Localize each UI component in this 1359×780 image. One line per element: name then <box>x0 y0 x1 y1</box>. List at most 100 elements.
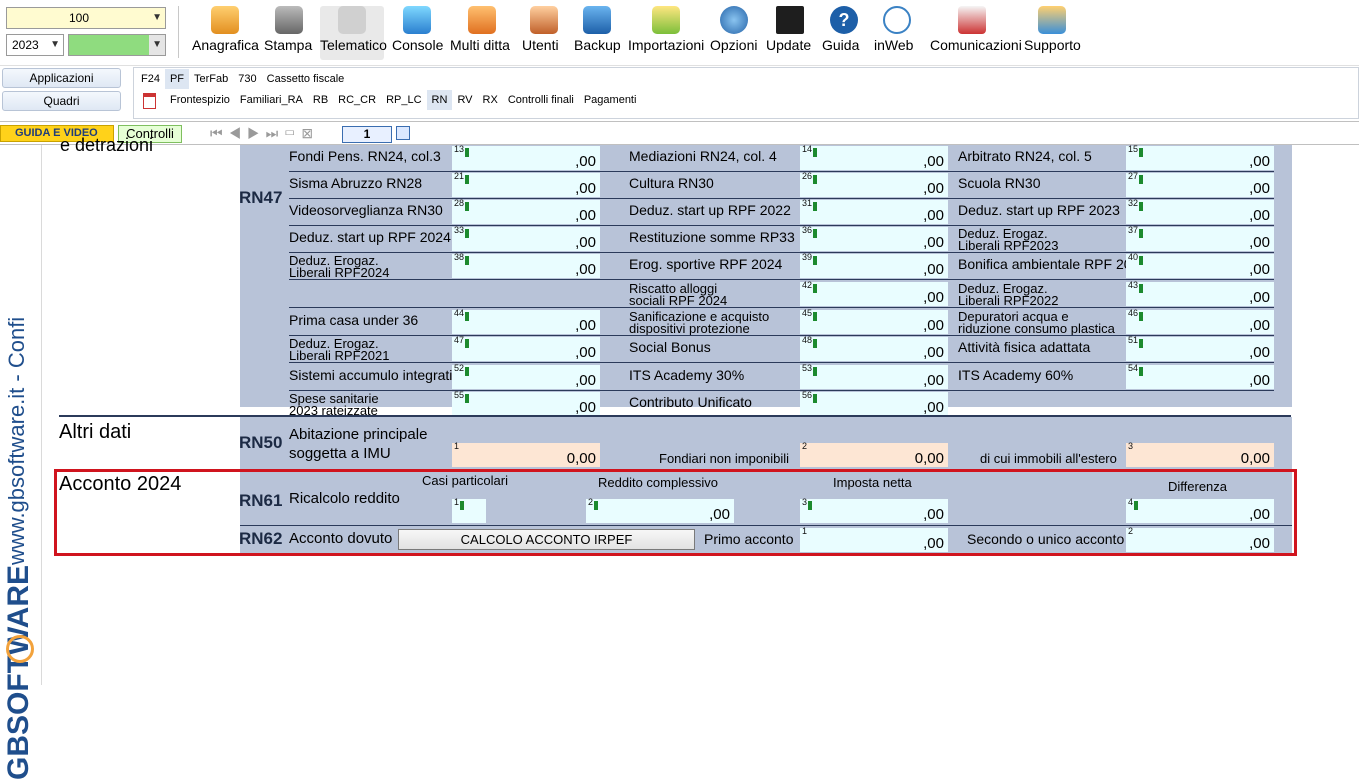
quadro-rv[interactable]: RV <box>452 90 477 110</box>
telematico-button[interactable]: Telematico <box>320 6 387 60</box>
company-select[interactable]: ▼ <box>68 34 166 56</box>
quadro-rn[interactable]: RN <box>426 90 453 110</box>
rn47-field-15[interactable]: 15,00 <box>1126 144 1274 170</box>
quadro-rc[interactable]: RC_CR <box>333 90 381 110</box>
rn47-field-55[interactable]: 55,00 <box>452 390 600 416</box>
rn47-field-54[interactable]: 54,00 <box>1126 363 1274 389</box>
pdf-icon[interactable] <box>143 93 156 109</box>
document-icon <box>338 6 366 34</box>
utenti-button[interactable]: Utenti <box>522 6 566 60</box>
chevron-down-icon: ▼ <box>152 12 162 23</box>
rn47-field-26[interactable]: 26,00 <box>800 171 948 197</box>
altri-dati-title: Altri dati <box>59 421 132 443</box>
rn47-field-43[interactable]: 43,00 <box>1126 280 1274 306</box>
rn47-field-13[interactable]: 13,00 <box>452 144 600 170</box>
comunicazioni-button[interactable]: Comunicazioni <box>930 6 1022 60</box>
rn47-field-45[interactable]: 45,00 <box>800 308 948 334</box>
rn47-field-52[interactable]: 52,00 <box>452 363 600 389</box>
quadro-rp[interactable]: RP_LC <box>381 90 426 110</box>
quadro-controlli-finali[interactable]: Controlli finali <box>503 90 579 110</box>
page-nav-icons[interactable]: ⏮◀▶⏭▭⊠ <box>210 125 319 142</box>
rn47-field-14[interactable]: 14,00 <box>800 144 948 170</box>
rn47-field-47[interactable]: 47,00 <box>452 335 600 361</box>
rn47-field-56[interactable]: 56,00 <box>800 390 948 416</box>
row-divider <box>289 335 1274 336</box>
guida-button[interactable]: ? Guida <box>822 6 866 60</box>
rn47-field-21[interactable]: 21,00 <box>452 171 600 197</box>
row-divider <box>289 279 1274 280</box>
opzioni-button[interactable]: Opzioni <box>710 6 758 60</box>
rn47-label: Deduz. Erogaz. Liberali RPF2022 <box>958 281 1059 308</box>
zoom-select[interactable]: 100 ▼ <box>6 7 166 29</box>
control-bar: GUIDA E VIDEO Controlli ⏮◀▶⏭▭⊠ 1 <box>0 121 1359 145</box>
pulse-monitor-icon <box>776 6 804 34</box>
anagrafica-button[interactable]: Anagrafica <box>192 6 259 60</box>
rn47-label: Deduz. Erogaz. Liberali RPF2024 <box>289 253 390 280</box>
rn47-label: Deduz. start up RPF 2022 <box>629 202 791 218</box>
year-select[interactable]: 2023 ▼ <box>6 34 64 56</box>
rn50-code: RN50 <box>239 433 283 452</box>
rn47-field-31[interactable]: 31,00 <box>800 198 948 224</box>
rn47-field-53[interactable]: 53,00 <box>800 363 948 389</box>
multi-ditta-button[interactable]: Multi ditta <box>450 6 514 60</box>
rn47-label: Deduz. start up RPF 2023 <box>958 202 1120 218</box>
chevron-down-icon: ▼ <box>149 35 165 55</box>
rn50-field-1[interactable]: 1 0,00 <box>452 441 600 467</box>
rn47-field-51[interactable]: 51,00 <box>1126 335 1274 361</box>
rn47-field-39[interactable]: 39,00 <box>800 252 948 278</box>
rn47-field-44[interactable]: 44,00 <box>452 308 600 334</box>
rn47-label: Depuratori acqua e riduzione consumo pla… <box>958 309 1115 336</box>
console-button[interactable]: Console <box>392 6 443 60</box>
tab-f24[interactable]: F24 <box>136 69 165 89</box>
quadri-button[interactable]: Quadri <box>2 91 121 111</box>
rn47-label: ITS Academy 30% <box>629 367 745 383</box>
rn47-label: Riscatto alloggi sociali RPF 2024 <box>629 281 728 308</box>
rn47-label: Prima casa under 36 <box>289 312 419 328</box>
inweb-button[interactable]: inWeb <box>874 6 920 60</box>
nav-row-top: F24 PF TerFab 730 Cassetto fiscale <box>136 69 349 89</box>
brand-logo: GBSOFTWARE <box>2 565 35 780</box>
rn47-label: Sisma Abruzzo RN28 <box>289 175 423 191</box>
row-divider <box>289 225 1274 226</box>
stampa-button[interactable]: Stampa <box>264 6 314 60</box>
rn47-field-28[interactable]: 28,00 <box>452 198 600 224</box>
rn47-field-46[interactable]: 46,00 <box>1126 308 1274 334</box>
quadro-frontespizio[interactable]: Frontespizio <box>165 90 235 110</box>
tab-terfab[interactable]: TerFab <box>189 69 233 89</box>
rn47-field-33[interactable]: 33,00 <box>452 225 600 251</box>
quadro-rb[interactable]: RB <box>308 90 333 110</box>
supporto-button[interactable]: Supporto <box>1024 6 1081 60</box>
applicazioni-button[interactable]: Applicazioni <box>2 68 121 88</box>
rn47-field-27[interactable]: 27,00 <box>1126 171 1274 197</box>
rn47-label: Spese sanitarie 2023 rateizzate <box>289 391 379 418</box>
rn47-field-32[interactable]: 32,00 <box>1126 198 1274 224</box>
rn47-label: Deduz. start up RPF 2024 <box>289 229 451 245</box>
quadro-rx[interactable]: RX <box>478 90 503 110</box>
rn47-field-37[interactable]: 37,00 <box>1126 225 1274 251</box>
rn50-field-3[interactable]: 3 0,00 <box>1126 441 1274 467</box>
rn47-field-40[interactable]: 40,00 <box>1126 252 1274 278</box>
rn50-field-2[interactable]: 2 0,00 <box>800 441 948 467</box>
tab-cassetto[interactable]: Cassetto fiscale <box>262 69 350 89</box>
side-branding: www.gbsoftware.it - Confi GBSOFTWARE <box>0 145 42 780</box>
rn47-label: Videosorveglianza RN30 <box>289 202 443 218</box>
tab-730[interactable]: 730 <box>233 69 261 89</box>
rn47-field-38[interactable]: 38,00 <box>452 252 600 278</box>
monitor-icon <box>403 6 431 34</box>
rn47-label: Deduz. Erogaz. Liberali RPF2021 <box>289 336 390 363</box>
support-icon <box>1038 6 1066 34</box>
rn47-field-48[interactable]: 48,00 <box>800 335 948 361</box>
rn47-field-36[interactable]: 36,00 <box>800 225 948 251</box>
rn47-field-42[interactable]: 42,00 <box>800 280 948 306</box>
page-number-input[interactable]: 1 <box>342 126 392 143</box>
quadro-pagamenti[interactable]: Pagamenti <box>579 90 642 110</box>
backup-button[interactable]: Backup <box>574 6 621 60</box>
importazioni-button[interactable]: Importazioni <box>628 6 704 60</box>
year-value: 2023 <box>12 38 39 52</box>
rn47-label: Erog. sportive RPF 2024 <box>629 256 783 272</box>
update-button[interactable]: Update <box>766 6 814 60</box>
search-page-icon[interactable] <box>396 126 410 140</box>
quadro-familiari[interactable]: Familiari_RA <box>235 90 308 110</box>
tab-pf[interactable]: PF <box>164 69 190 89</box>
users-icon <box>530 6 558 34</box>
